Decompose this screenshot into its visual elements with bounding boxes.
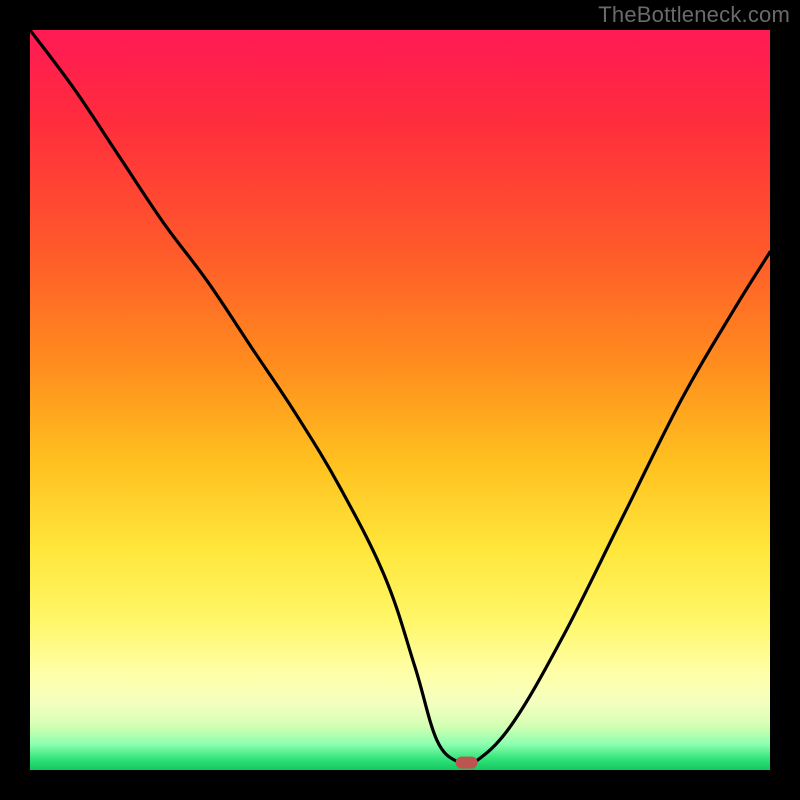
chart-frame: TheBottleneck.com (0, 0, 800, 800)
curve-path (30, 30, 770, 767)
bottleneck-curve (30, 30, 770, 770)
optimum-marker (456, 757, 478, 769)
watermark-text: TheBottleneck.com (598, 2, 790, 28)
plot-area (30, 30, 770, 770)
